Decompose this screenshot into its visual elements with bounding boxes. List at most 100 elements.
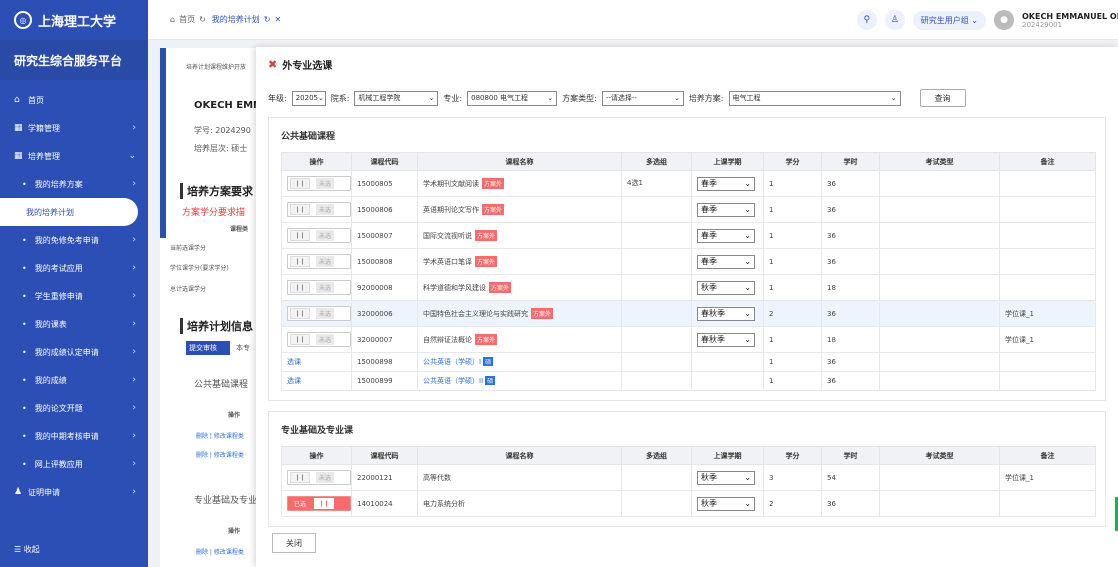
- term-select[interactable]: 春秋季 ⌄: [697, 306, 755, 321]
- college-select[interactable]: 机械工程学院 ⌄: [354, 90, 439, 106]
- close-icon[interactable]: ✕: [274, 15, 281, 24]
- sidebar-subitem[interactable]: • 网上评教应用 ›: [0, 450, 148, 478]
- sidebar: ◎ 上海理工大学 研究生综合服务平台 ⌂ 首页 ▦ 学籍管理 › ▦ 培养管理 ⌄ • 我的培养方…: [0, 0, 148, 567]
- credit-cell: 1: [763, 248, 822, 275]
- collapse-button[interactable]: ☰ 收起: [14, 544, 40, 555]
- term-select[interactable]: 秋季 ⌄: [697, 496, 755, 511]
- search-icon[interactable]: ⚲: [856, 10, 877, 30]
- close-icon[interactable]: ✖: [268, 58, 277, 71]
- term-select[interactable]: 春秋季 ⌄: [697, 332, 755, 347]
- term-value: 春秋季: [701, 309, 725, 318]
- term-select[interactable]: 秋季 ⌄: [697, 470, 755, 485]
- op-cell: ❙❙ 未选: [281, 274, 352, 301]
- pause-icon: ❙❙: [290, 256, 310, 267]
- user-id: 202429001: [1022, 20, 1063, 29]
- term-select[interactable]: 春季 ⌄: [697, 228, 755, 243]
- sidebar-subitem[interactable]: • 我的考试应用 ›: [0, 254, 148, 282]
- sidebar-item-label: 证明申请: [28, 487, 60, 497]
- select-toggle[interactable]: ❙❙ 未选: [287, 202, 351, 217]
- term-select[interactable]: 春季 ⌄: [697, 202, 755, 217]
- toggle-label: 未选: [316, 282, 335, 293]
- sidebar-subitem[interactable]: • 我的培养方案 ›: [0, 170, 148, 198]
- bg-op-link[interactable]: 删除 | 修改课程类: [196, 431, 256, 440]
- select-course-link[interactable]: 选课: [287, 377, 301, 385]
- sidebar-item-label: 学籍管理: [28, 123, 60, 133]
- select-toggle[interactable]: ❙❙ 未选: [287, 332, 351, 347]
- bullet-icon: •: [22, 235, 27, 245]
- exam-cell: [879, 274, 1000, 301]
- tab-home[interactable]: ⌂ 首页 ↻: [170, 14, 206, 25]
- select-toggle[interactable]: ❙❙ 未选: [287, 470, 351, 485]
- pause-icon: ❙❙: [290, 178, 310, 189]
- role-dropdown[interactable]: 研究生用户组 ⌄: [912, 10, 986, 30]
- sidebar-item[interactable]: ▦ 培养管理 ⌄: [0, 142, 148, 170]
- tab-training-plan[interactable]: 我的培养计划 ↻ ✕: [212, 14, 281, 25]
- pause-icon: ❙❙: [314, 498, 335, 509]
- chevron-down-icon: ⌄: [744, 179, 751, 188]
- sidebar-item-label: 我的培养计划: [26, 207, 74, 217]
- hours-cell: 18: [821, 326, 880, 353]
- pause-icon: ❙❙: [290, 308, 310, 319]
- section-title: 公共基础课程: [281, 131, 336, 142]
- section-title: 专业基础及专业课: [281, 425, 354, 436]
- grade-select[interactable]: 20205 ⌄: [291, 90, 326, 106]
- select-toggle[interactable]: ❙❙ 未选: [287, 176, 351, 191]
- group-cell: 4选1: [621, 170, 692, 197]
- term-value: 秋季: [701, 499, 717, 508]
- chevron-down-icon: ⌄: [890, 94, 897, 102]
- term-cell: 春秋季 ⌄: [691, 300, 764, 327]
- master-badge: 硕: [485, 376, 496, 385]
- course-name: 公共英语（学硕）II: [423, 377, 484, 385]
- column-header: 课程名称: [417, 446, 622, 465]
- refresh-icon[interactable]: ↻: [199, 15, 206, 24]
- shirt-icon[interactable]: ♙: [884, 10, 905, 30]
- column-header: 学时: [821, 152, 880, 171]
- sidebar-subitem[interactable]: • 我的中期考核申请 ›: [0, 422, 148, 450]
- term-select[interactable]: 秋季 ⌄: [697, 280, 755, 295]
- credit-cell: 1: [763, 274, 822, 301]
- select-toggle[interactable]: ❙❙ 未选: [287, 280, 351, 295]
- training-plan-select[interactable]: 电气工程 ⌄: [728, 90, 901, 106]
- sidebar-item[interactable]: ▦ 学籍管理 ›: [0, 114, 148, 142]
- term-select[interactable]: 春季 ⌄: [697, 254, 755, 269]
- close-button[interactable]: 关闭: [272, 533, 316, 553]
- sidebar-subitem[interactable]: • 我的免修免考申请 ›: [0, 226, 148, 254]
- avatar[interactable]: ●: [994, 10, 1014, 30]
- sidebar-nav: ⌂ 首页 ▦ 学籍管理 › ▦ 培养管理 ⌄ • 我的培养方案 › 我的培养计划 • 我的免修免考申请 › •…: [0, 80, 148, 506]
- topbar: ⌂ 首页 ↻ 我的培养计划 ↻ ✕ ⚲ ♙ 研究生用户组 ⌄ ● OKECH E…: [148, 0, 1118, 40]
- university-logo: ◎ 上海理工大学: [0, 0, 148, 40]
- bullet-icon: •: [22, 459, 27, 469]
- select-toggle[interactable]: 已选 ❙❙: [287, 496, 351, 511]
- name-cell: 自然辩证法概论 方案外: [417, 326, 622, 353]
- toggle-label: 未选: [316, 178, 335, 189]
- sidebar-item-cert[interactable]: ♟ 证明申请 ›: [0, 478, 148, 506]
- name-cell: 公共英语（学硕）I 硕: [417, 352, 622, 372]
- sidebar-item-label: 首页: [28, 95, 44, 105]
- sidebar-subitem[interactable]: • 我的课表 ›: [0, 310, 148, 338]
- select-course-link[interactable]: 选课: [287, 358, 301, 366]
- plan-type-select[interactable]: --请选择-- ⌄: [601, 90, 684, 106]
- sidebar-subitem[interactable]: • 我的成绩认定申请 ›: [0, 338, 148, 366]
- course-code: 15000805: [351, 170, 418, 197]
- bg-op-link[interactable]: 删除 | 修改课程类: [196, 450, 256, 459]
- sidebar-subitem[interactable]: • 我的论文开题 ›: [0, 394, 148, 422]
- sidebar-subitem[interactable]: 我的培养计划: [0, 198, 138, 226]
- sidebar-item[interactable]: ⌂ 首页: [0, 86, 148, 114]
- bg-row2: 学位课学分(要求学分): [170, 265, 229, 272]
- sidebar-subitem[interactable]: • 我的成绩 ›: [0, 366, 148, 394]
- table-row: ❙❙ 未选 92000008 科学道德和学风建设 方案外 秋季 ⌄ 1 18: [281, 274, 1096, 301]
- bg-submit-button[interactable]: 提交审核: [186, 341, 230, 355]
- select-toggle[interactable]: ❙❙ 未选: [287, 228, 351, 243]
- refresh-icon[interactable]: ↻: [264, 15, 271, 24]
- major-select[interactable]: 080800 电气工程 ⌄: [467, 90, 558, 106]
- bg-op-link[interactable]: 删除 | 修改课程类: [196, 547, 256, 556]
- term-select[interactable]: 春季 ⌄: [697, 176, 755, 191]
- op-cell: 选课: [281, 371, 352, 391]
- course-name: 科学道德和学风建设: [423, 284, 486, 292]
- sidebar-subitem[interactable]: • 学生重修申请 ›: [0, 282, 148, 310]
- sidebar-item-label: 我的培养方案: [34, 179, 83, 189]
- select-toggle[interactable]: ❙❙ 未选: [287, 254, 351, 269]
- hours-cell: 36: [821, 490, 880, 517]
- select-toggle[interactable]: ❙❙ 未选: [287, 306, 351, 321]
- query-button[interactable]: 查询: [919, 89, 966, 107]
